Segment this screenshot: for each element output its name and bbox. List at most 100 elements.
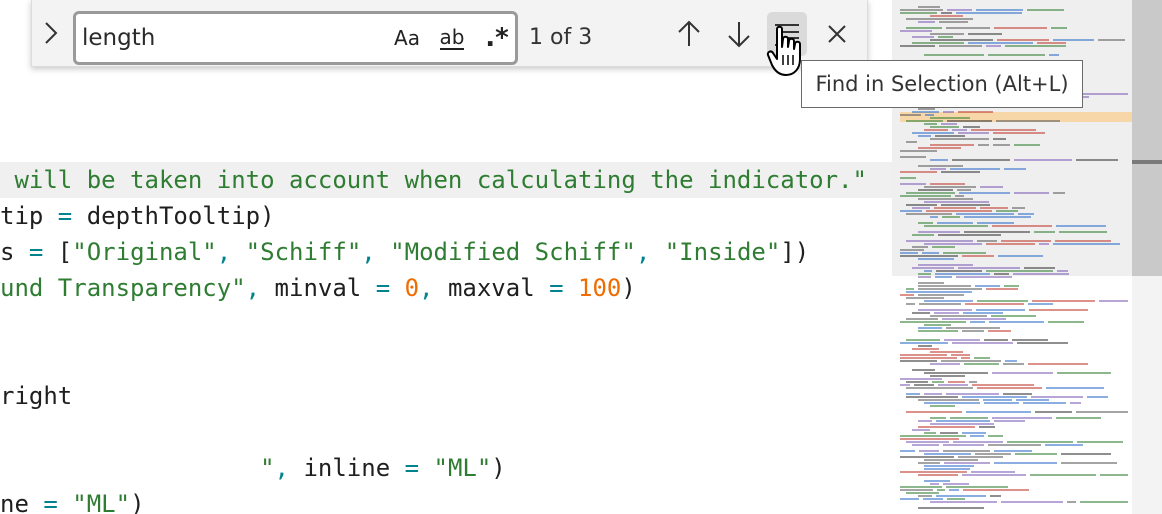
minimap-code-line: [918, 420, 932, 422]
minimap-code-line: [949, 489, 959, 491]
minimap-code-line: [966, 411, 1031, 413]
code-token: "Schiff": [245, 238, 362, 266]
minimap-code-line: [1018, 213, 1034, 215]
code-token: und Transparency": [0, 274, 246, 302]
minimap-code-line: [912, 207, 930, 209]
minimap-code-line: [970, 435, 984, 437]
code-token: ,: [419, 274, 434, 302]
minimap-code-line: [996, 120, 1060, 122]
minimap-code-line: [906, 411, 962, 413]
minimap-code-line: [937, 489, 945, 491]
minimap-code-line: [924, 432, 936, 434]
minimap-code-line: [924, 201, 989, 203]
close-find-button[interactable]: [817, 12, 857, 56]
minimap-code-line: [930, 315, 987, 317]
match-case-button[interactable]: Aa: [390, 21, 424, 55]
minimap-code-line: [988, 330, 1011, 332]
minimap-code-line: [997, 39, 1049, 41]
minimap-code-line: [918, 231, 960, 233]
toggle-replace-button[interactable]: [36, 8, 66, 58]
minimap-code-line: [1001, 501, 1063, 503]
minimap-code-line: [1024, 267, 1055, 269]
minimap-code-line: [918, 273, 931, 275]
minimap-code-line: [1034, 231, 1055, 233]
minimap-code-line: [1077, 93, 1128, 95]
minimap-code-line: [1013, 273, 1069, 275]
minimap-code-line: [900, 210, 922, 212]
minimap-code-line: [926, 210, 992, 212]
minimap-code-line: [930, 417, 946, 419]
minimap-code-line: [998, 255, 1043, 257]
minimap-code-line: [1099, 300, 1128, 302]
find-widget: Aa ab .* 1 of 3: [31, 0, 868, 67]
minimap-code-line: [1057, 270, 1068, 272]
minimap-code-line: [900, 486, 942, 488]
code-token: ne: [0, 490, 44, 514]
minimap-code-line: [980, 207, 1008, 209]
minimap-code-line: [968, 33, 1002, 35]
minimap-code-line: [994, 420, 1025, 422]
minimap-code-line: [900, 249, 924, 251]
minimap-code-line: [918, 198, 973, 200]
minimap-code-line: [900, 45, 935, 47]
minimap-code-line: [1001, 240, 1051, 242]
code-token: ): [621, 274, 636, 302]
minimap-code-line: [941, 123, 957, 125]
minimap-code-line: [990, 495, 1001, 497]
regex-button[interactable]: .*: [480, 21, 514, 55]
minimap-code-line: [939, 21, 968, 23]
minimap-code-line: [930, 39, 993, 41]
minimap-code-line: [962, 474, 1026, 476]
vertical-scrollbar[interactable]: [1132, 0, 1162, 514]
minimap-code-line: [992, 372, 1053, 374]
minimap-code-line: [900, 456, 954, 458]
minimap-code-line: [906, 318, 938, 320]
minimap-code-line: [912, 369, 935, 371]
minimap-code-line: [992, 417, 1052, 419]
minimap-code-line: [912, 267, 954, 269]
find-input[interactable]: [82, 20, 382, 56]
chevron-right-icon: [45, 22, 58, 44]
minimap-code-line: [906, 240, 973, 242]
code-token: ): [130, 490, 145, 514]
code-editor[interactable]: will be taken into account when calculat…: [0, 0, 892, 514]
code-token: depthTooltip): [72, 202, 275, 230]
minimap-code-line: [944, 462, 990, 464]
minimap-code-line: [943, 450, 990, 452]
minimap-code-line: [1098, 39, 1125, 41]
minimap-code-line: [943, 111, 954, 113]
minimap-code-line: [924, 225, 988, 227]
minimap-code-line: [900, 438, 959, 440]
minimap-code-line: [970, 321, 985, 323]
code-line: ", inline = "ML"): [0, 450, 506, 486]
minimap-code-line: [951, 354, 970, 356]
scrollbar-thumb[interactable]: [1132, 0, 1162, 276]
minimap-code-line: [1014, 159, 1072, 161]
minimap-code-line: [934, 207, 976, 209]
minimap-code-line: [930, 138, 989, 140]
code-token: ": [260, 454, 275, 482]
minimap-code-line: [906, 297, 944, 299]
minimap-code-line: [994, 27, 1047, 29]
minimap-code-line: [963, 126, 980, 128]
scrollbar-match-marker: [1132, 160, 1162, 164]
minimap-code-line: [975, 285, 1000, 287]
minimap-code-line: [964, 231, 1030, 233]
minimap-code-line: [900, 360, 937, 362]
minimap-code-line: [962, 255, 994, 257]
minimap-code-line: [924, 372, 988, 374]
previous-match-button[interactable]: [669, 12, 709, 56]
minimap-code-line: [930, 168, 946, 170]
code-token: =: [28, 238, 44, 266]
whole-word-button[interactable]: ab: [432, 21, 472, 55]
code-token: inline: [289, 454, 405, 482]
minimap-code-line: [986, 243, 1035, 245]
minimap-code-line: [930, 483, 939, 485]
next-match-button[interactable]: [719, 12, 759, 56]
minimap-code-line: [924, 186, 976, 188]
code-token: ,: [245, 274, 261, 302]
minimap-code-line: [994, 450, 1032, 452]
